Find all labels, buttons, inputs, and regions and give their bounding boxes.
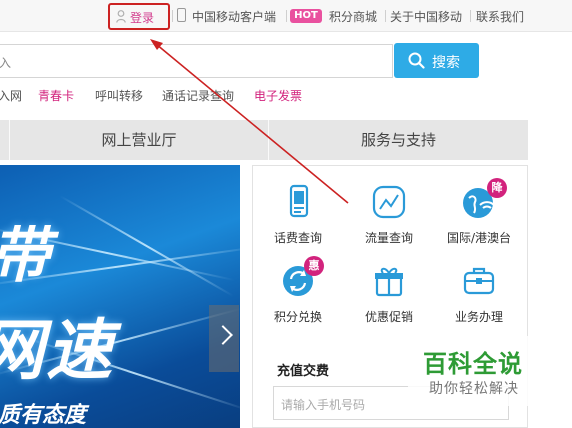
chevron-right-icon <box>213 325 233 345</box>
quick-link-call-records[interactable]: 通话记录查询 <box>162 87 234 104</box>
search-button-label: 搜索 <box>432 55 460 71</box>
service-promotions[interactable]: 优惠促销 <box>353 263 425 333</box>
light-ray <box>59 195 234 297</box>
service-label: 业务办理 <box>454 310 503 324</box>
service-points-exchange[interactable]: 积分兑换 <box>262 263 334 333</box>
recharge-title: 充值交费 <box>277 364 330 379</box>
service-data-query[interactable]: 流量查询 <box>353 184 425 254</box>
divider <box>172 10 173 22</box>
login-button[interactable]: 登录 <box>108 3 170 30</box>
search-icon <box>408 52 425 69</box>
service-business[interactable]: 业务办理 <box>443 263 515 333</box>
user-icon <box>116 10 126 23</box>
banner-subline: 质有态度 <box>0 403 87 428</box>
client-link[interactable]: 中国移动客户端 <box>192 8 276 25</box>
quick-link-youth-card[interactable]: 青春卡 <box>38 87 74 104</box>
login-label: 登录 <box>130 11 155 25</box>
service-bill-query[interactable]: 话费查询 <box>262 184 334 254</box>
watermark-logo-text: 百科全说 <box>423 350 523 378</box>
divider <box>286 10 287 22</box>
tab-service-support[interactable]: 服务与支持 <box>269 120 528 160</box>
points-mall-link[interactable]: 积分商城 <box>329 8 377 25</box>
quick-link-e-invoice[interactable]: 电子发票 <box>254 87 302 104</box>
promo-banner[interactable]: 带 网速 质有态度 <box>0 165 240 428</box>
divider <box>470 10 471 22</box>
gift-icon <box>375 267 403 297</box>
carousel-next-button[interactable] <box>209 305 239 372</box>
hot-badge: HOT <box>290 9 322 23</box>
service-label: 话费查询 <box>273 231 322 245</box>
service-label: 优惠促销 <box>364 310 413 324</box>
quick-link-join[interactable]: 入网 <box>0 87 22 104</box>
service-label: 积分兑换 <box>273 310 322 324</box>
main-nav: 网上营业厅 服务与支持 <box>0 120 528 160</box>
divider <box>385 10 386 22</box>
about-link[interactable]: 关于中国移动 <box>390 8 462 25</box>
briefcase-icon <box>463 267 495 295</box>
deal-badge: 惠 <box>304 256 324 276</box>
mobile-phone-icon <box>177 8 186 22</box>
quick-link-call-forward[interactable]: 呼叫转移 <box>95 87 143 104</box>
watermark-tagline: 助你轻松解决 <box>429 381 519 397</box>
top-bar: 登录 中国移动客户端 HOT 积分商城 关于中国移动 联系我们 <box>0 0 572 32</box>
contact-link[interactable]: 联系我们 <box>476 8 524 25</box>
phone-number-placeholder: 请输入手机号码 <box>281 398 366 412</box>
banner-headline-1: 带 <box>0 207 54 294</box>
tab-online-hall[interactable]: 网上营业厅 <box>10 120 268 160</box>
search-input[interactable]: 入 <box>0 44 393 78</box>
service-label: 国际/港澳台 <box>446 231 512 245</box>
service-label: 流量查询 <box>364 231 413 245</box>
search-placeholder: 入 <box>0 56 12 70</box>
data-usage-icon <box>372 185 406 219</box>
discount-badge: 降 <box>487 178 507 198</box>
phone-bill-icon <box>289 184 309 218</box>
search-button[interactable]: 搜索 <box>394 43 479 78</box>
banner-headline-2: 网速 <box>0 312 114 389</box>
